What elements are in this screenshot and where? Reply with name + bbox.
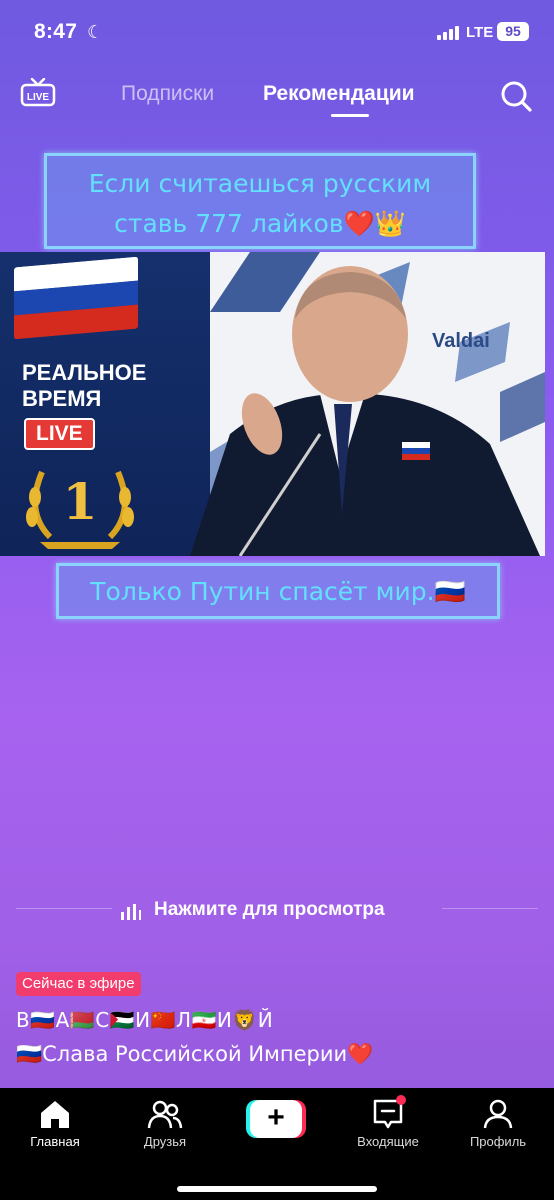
live-tv-icon[interactable]: LIVE xyxy=(20,78,56,108)
create-button[interactable]: + xyxy=(246,1100,306,1138)
caption-top: Если считаешься русским ставь 777 лайков… xyxy=(44,153,476,249)
nav-home-label: Главная xyxy=(30,1134,80,1149)
laurel-rank-icon: 1 xyxy=(26,470,134,549)
video-preview[interactable]: Если считаешься русским ставь 777 лайков… xyxy=(0,150,554,630)
home-indicator xyxy=(177,1186,377,1192)
overlay-title-line-1: РЕАЛЬНОЕ xyxy=(22,360,147,385)
nav-friends[interactable]: Друзья xyxy=(115,1098,215,1158)
profile-icon xyxy=(483,1099,513,1129)
nav-home[interactable]: Главная xyxy=(5,1098,105,1158)
nav-friends-label: Друзья xyxy=(143,1134,187,1149)
overlay-live-badge: LIVE xyxy=(24,418,95,450)
tap-to-watch-label: Нажмите для просмотра xyxy=(154,899,385,920)
nav-profile-label: Профиль xyxy=(469,1134,527,1149)
status-bar: 8:47 ☾ LTE 95 xyxy=(0,0,554,66)
moon-icon: ☾ xyxy=(87,22,104,42)
tab-following[interactable]: Подписки xyxy=(121,82,214,106)
video-thumbnail: Valdai РЕАЛЬНОЕ ВРЕМЯ LIVE 1 xyxy=(0,252,545,556)
stream-description: 🇷🇺Слава Российской Империи❤️ xyxy=(16,1042,374,1066)
friends-icon xyxy=(147,1100,183,1129)
network-label: LTE xyxy=(466,24,494,41)
inbox-notification-dot xyxy=(396,1095,406,1105)
on-air-badge: Сейчас в эфире xyxy=(16,972,141,996)
battery-indicator: 95 xyxy=(497,22,529,41)
speaker-figure xyxy=(190,266,540,556)
tab-for-you[interactable]: Рекомендации xyxy=(263,82,415,106)
caption-bottom: Только Путин спасёт мир.🇷🇺 xyxy=(56,563,500,619)
top-nav: LIVE Подписки Рекомендации xyxy=(0,70,554,120)
nav-inbox-label: Входящие xyxy=(357,1134,419,1149)
overlay-title-line-2: ВРЕМЯ xyxy=(22,386,102,411)
live-tv-label: LIVE xyxy=(27,92,50,103)
signal-icon xyxy=(437,26,459,40)
nav-profile[interactable]: Профиль xyxy=(448,1098,548,1158)
cta-divider-right xyxy=(442,908,538,909)
home-icon xyxy=(41,1101,69,1128)
caption-top-line-1: Если считаешься русским xyxy=(88,169,432,198)
search-icon[interactable] xyxy=(498,78,534,114)
bottom-nav: Главная Друзья + Входящие Профиль xyxy=(0,1088,554,1200)
streamer-name[interactable]: В🇷🇺А🇧🇾С🇵🇸И🇨🇳Л🇮🇷И🦁Й xyxy=(16,1008,273,1032)
rank-number: 1 xyxy=(63,472,98,531)
status-time: 8:47 xyxy=(34,20,78,43)
russian-flag-image xyxy=(14,256,138,340)
tap-to-watch-button[interactable]: Нажмите для просмотра xyxy=(118,898,438,924)
cta-divider-left xyxy=(16,908,112,909)
overlay-title: РЕАЛЬНОЕ ВРЕМЯ xyxy=(22,360,146,412)
plus-icon: + xyxy=(250,1100,302,1138)
caption-top-line-2: ставь 777 лайков❤️👑 xyxy=(114,209,406,238)
active-tab-indicator xyxy=(331,114,369,117)
nav-inbox[interactable]: Входящие xyxy=(338,1095,438,1158)
audio-bars-icon xyxy=(121,904,141,920)
